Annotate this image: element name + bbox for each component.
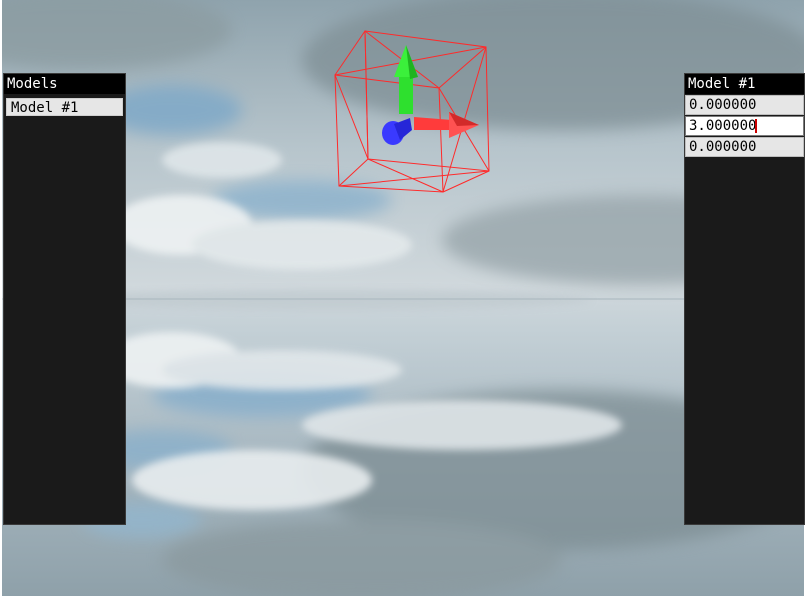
z-axis-handle[interactable]: [382, 118, 412, 145]
position-x-field[interactable]: 0.000000: [685, 95, 804, 115]
y-axis-handle[interactable]: [394, 45, 418, 114]
models-panel: Models Model #1: [3, 73, 126, 525]
window-bottom-edge: [0, 596, 806, 601]
position-x-value: 0.000000: [689, 97, 757, 113]
properties-panel: Model #1 0.000000 3.000000 0.000000: [684, 73, 805, 525]
x-axis-handle[interactable]: [414, 112, 479, 138]
model-list-item[interactable]: Model #1: [6, 98, 123, 116]
position-z-value: 0.000000: [689, 139, 757, 155]
text-caret: [755, 119, 758, 133]
models-panel-title: Models: [4, 74, 125, 94]
position-y-value: 3.000000: [689, 118, 757, 134]
properties-panel-title: Model #1: [685, 74, 804, 94]
app-window: Models Model #1 Model #1 0.000000 3.0000…: [0, 0, 806, 601]
position-y-field[interactable]: 3.000000: [685, 116, 804, 136]
position-z-field[interactable]: 0.000000: [685, 137, 804, 157]
